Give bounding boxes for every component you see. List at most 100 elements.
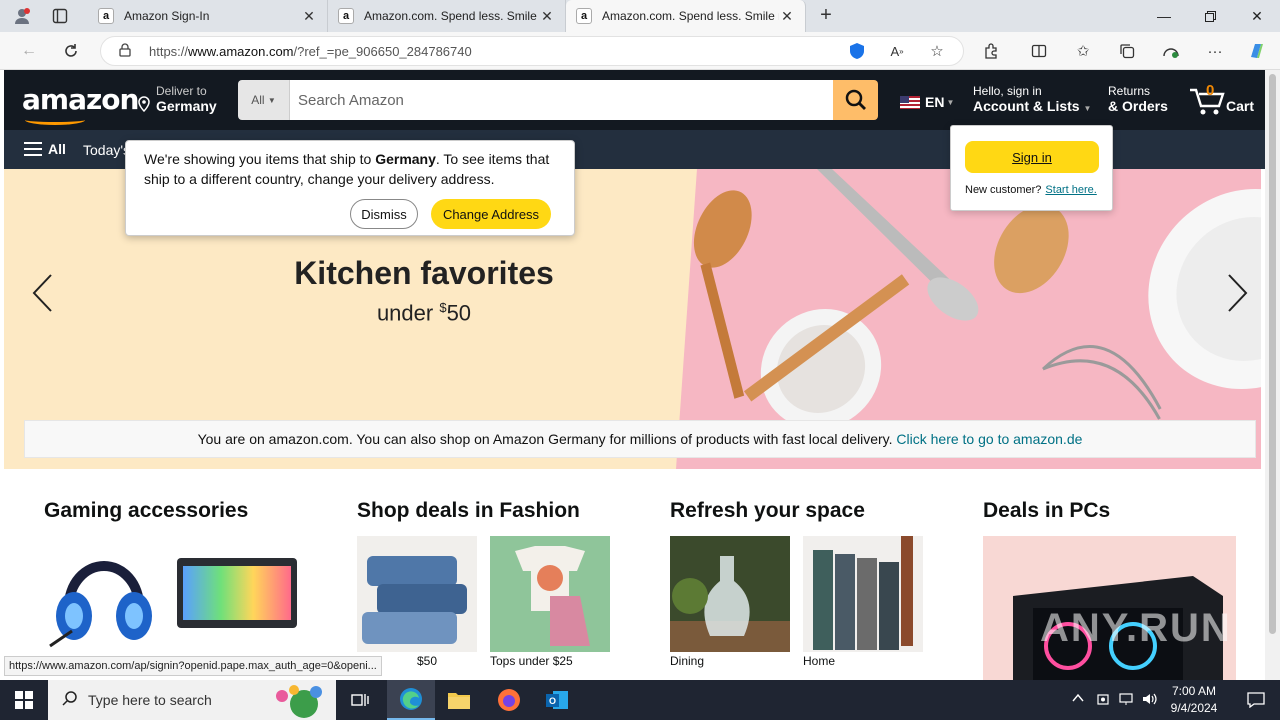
card-item-label[interactable]: Tops under $25 [490,654,573,668]
tab-actions-icon[interactable] [46,4,74,28]
cart-button[interactable]: 0 Cart [1188,82,1260,118]
clock-time: 7:00 AM [1171,684,1217,698]
amazon-favicon-icon: a [338,8,354,24]
notifications-icon[interactable] [1232,680,1280,720]
favorites-icon[interactable]: ✩ [1072,40,1094,62]
dismiss-button[interactable]: Dismiss [350,199,418,229]
copilot-icon[interactable] [1246,40,1268,62]
lock-icon[interactable] [119,42,133,60]
shopping-shield-icon[interactable] [846,40,868,62]
minimize-button[interactable]: — [1141,0,1187,32]
dining-image[interactable] [670,536,790,652]
card-item-label[interactable]: Dining [670,654,704,668]
close-tab-icon[interactable]: ✕ [539,8,555,25]
tab-amazon-signin[interactable]: a Amazon Sign-In ✕ [88,0,328,32]
tab-amazon-home-1[interactable]: a Amazon.com. Spend less. Smile m ✕ [328,0,566,32]
tab-amazon-home-2[interactable]: a Amazon.com. Spend less. Smile m ✕ [566,0,806,32]
scrollbar-thumb[interactable] [1269,74,1276,634]
germany-redirect-bar: You are on amazon.com. You can also shop… [24,420,1256,458]
refresh-icon[interactable] [58,39,84,63]
browser-address-bar: ← https://www.amazon.com/?ref_=pe_906650… [0,32,1280,70]
task-view-icon[interactable] [336,680,384,720]
url-field[interactable]: https://www.amazon.com/?ref_=pe_906650_2… [100,36,964,66]
search-input[interactable] [290,80,833,120]
close-tab-icon[interactable]: ✕ [779,8,795,25]
restore-button[interactable] [1187,0,1233,32]
tab-title: Amazon Sign-In [124,9,210,23]
svg-text:O: O [549,696,556,706]
close-tab-icon[interactable]: ✕ [301,8,317,25]
returns-orders[interactable]: Returns & Orders [1108,84,1168,114]
extensions-icon[interactable] [980,40,1002,62]
browser-tab-bar: a Amazon Sign-In ✕ a Amazon.com. Spend l… [0,0,1280,32]
card-refresh-space[interactable]: Refresh your space Dining Home [650,479,943,679]
tab-title: Amazon.com. Spend less. Smile m [602,9,779,23]
performance-icon[interactable] [1160,40,1182,62]
amazon-de-link[interactable]: Click here to go to amazon.de [896,431,1082,447]
amazon-smile-icon [25,115,85,125]
card-item-label[interactable]: $50 [417,654,437,668]
system-clock[interactable]: 7:00 AM 9/4/2024 [1162,683,1226,717]
status-bar-url: https://www.amazon.com/ap/signin?openid.… [4,656,382,676]
card-title: Deals in PCs [983,499,1111,522]
signin-popover: Sign in New customer? Start here. [950,125,1113,211]
collections-icon[interactable] [1116,40,1138,62]
card-title: Refresh your space [670,499,865,522]
windows-taskbar: Type here to search O 7:00 AM 9/4/2024 [0,680,1280,720]
amazon-favicon-icon: a [576,8,592,24]
delivery-location-popover: We're showing you items that ship to Ger… [125,140,575,236]
tray-security-icon[interactable] [1096,692,1110,709]
us-flag-icon [900,95,920,109]
search-bar: All ▼ [238,80,878,120]
card-title: Shop deals in Fashion [357,499,580,522]
change-address-button[interactable]: Change Address [431,199,551,229]
firefox-icon[interactable] [485,680,533,720]
back-arrow-icon[interactable]: ← [16,39,42,63]
amazon-favicon-icon: a [98,8,114,24]
popover-message: We're showing you items that ship to Ger… [144,151,550,187]
headset-image[interactable] [44,536,164,652]
more-menu-icon[interactable]: ··· [1204,40,1226,62]
tray-chevron-icon[interactable] [1071,692,1085,707]
edge-taskbar-icon[interactable] [387,680,435,720]
split-screen-icon[interactable] [1028,40,1050,62]
nav-todays-deals[interactable]: Today's [83,142,130,158]
account-lists[interactable]: Hello, sign in Account & Lists ▼ [973,84,1091,114]
new-tab-button[interactable]: + [814,4,838,28]
read-aloud-icon[interactable]: A» [886,40,908,62]
language-selector[interactable]: EN ▼ [900,94,954,110]
hero-subtitle: under $50 [376,300,472,326]
taskbar-search-box[interactable]: Type here to search [48,680,336,720]
windows-start-icon[interactable] [0,680,48,720]
taskbar-search-placeholder: Type here to search [88,692,212,708]
page-scrollbar[interactable] [1265,70,1280,680]
card-title: Gaming accessories [44,499,249,522]
deliver-to[interactable]: Deliver to Germany [138,84,217,114]
tops-image[interactable] [490,536,610,652]
amazon-logo[interactable]: amazon [22,83,139,125]
signin-button[interactable]: Sign in [965,141,1099,173]
profile-icon[interactable] [8,4,36,28]
search-button[interactable] [833,80,878,120]
card-gaming-accessories[interactable]: Gaming accessories [24,479,317,679]
start-here-link[interactable]: Start here. [1045,184,1096,196]
jeans-image[interactable] [357,536,477,652]
carousel-prev-arrow-icon[interactable] [22,269,62,317]
search-category-select[interactable]: All ▼ [238,80,290,120]
search-icon [845,89,866,110]
home-image[interactable] [803,536,923,652]
keyboard-image[interactable] [177,536,297,652]
carousel-next-arrow-icon[interactable] [1218,269,1258,317]
file-explorer-icon[interactable] [435,680,483,720]
card-fashion-deals[interactable]: Shop deals in Fashion $50 Tops under $25 [337,479,630,679]
all-menu-button[interactable]: All [24,141,66,157]
favorite-star-icon[interactable]: ☆ [926,40,948,62]
outlook-icon[interactable]: O [533,680,581,720]
amazon-header: amazon Deliver to Germany All ▼ EN▼ Hell… [4,70,1265,130]
deliver-country: Germany [156,98,217,114]
close-window-button[interactable]: ✕ [1234,0,1280,32]
search-highlight-icon [276,685,322,718]
network-icon[interactable] [1118,692,1134,709]
volume-icon[interactable] [1142,692,1158,709]
card-item-label[interactable]: Home [803,654,835,668]
